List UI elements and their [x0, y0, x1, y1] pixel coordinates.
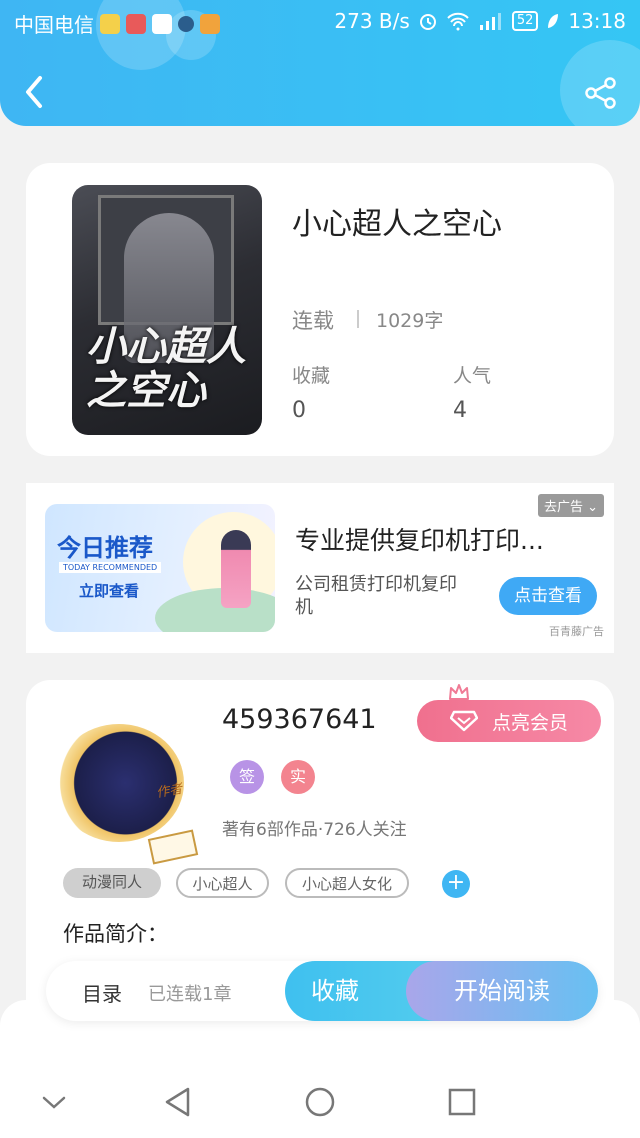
book-status: 连载 [292, 309, 334, 333]
book-info-card: 小心超人之空心 小心超人之空心 连载 1029字 收藏 0 人气 4 [26, 163, 614, 456]
ad-view-button[interactable]: 点击查看 [499, 577, 597, 615]
book-cover[interactable]: 小心超人之空心 [72, 185, 262, 435]
app-notification-icon [100, 13, 120, 34]
nav-back-icon[interactable] [162, 1085, 194, 1119]
leaf-icon [548, 14, 559, 28]
network-speed: 273 B/s [334, 9, 410, 33]
remove-ad-label: 去广告 [543, 500, 583, 515]
cover-title: 小心超人之空心 [86, 323, 246, 414]
stat-label-collect: 收藏 [292, 365, 331, 387]
stat-value-popularity: 4 [453, 398, 467, 423]
app-notification-icon [126, 13, 146, 34]
ad-source: 百青藤广告 [549, 625, 604, 638]
ad-description: 公司租赁打印机复印机 [295, 574, 457, 618]
share-icon[interactable] [584, 76, 618, 110]
book-title: 小心超人之空心 [292, 207, 502, 242]
ad-image-cta: 立即查看 [79, 582, 140, 600]
map-pin-icon [152, 13, 172, 34]
catalog-button[interactable]: 目录 [82, 978, 122, 1007]
word-count: 1029字 [376, 310, 444, 332]
chevron-down-icon: ⌄ [587, 500, 598, 515]
signal-icon [479, 13, 501, 30]
tag-item[interactable]: 小心超人 [176, 868, 269, 898]
author-avatar[interactable]: 作者 [54, 724, 199, 865]
book-icon [147, 829, 199, 865]
nav-down-icon[interactable] [40, 1085, 68, 1119]
ad-image-subtitle: TODAY RECOMMENDED [59, 562, 162, 573]
weibo-icon [200, 13, 220, 34]
ad-banner[interactable]: 今日推荐 TODAY RECOMMENDED 立即查看 去广告 ⌄ 专业提供复印… [26, 483, 614, 653]
remove-ad-button[interactable]: 去广告 ⌄ [537, 494, 604, 517]
start-reading-button[interactable]: 开始阅读 [406, 961, 598, 1021]
diamond-icon [449, 710, 478, 732]
author-meta: 著有6部作品·726人关注 [222, 820, 407, 840]
ad-headline[interactable]: 专业提供复印机打印... [295, 521, 595, 557]
signed-badge: 签 [230, 760, 264, 794]
vip-button[interactable]: 点亮会员 [417, 700, 601, 742]
alarm-icon [419, 14, 436, 30]
header: 中国电信 273 B/s 52 13:18 [0, 0, 640, 126]
add-tag-button[interactable]: + [442, 870, 470, 898]
vip-button-label: 点亮会员 [491, 711, 568, 734]
nav-recent-icon[interactable] [447, 1085, 477, 1119]
verified-badge: 实 [281, 760, 315, 794]
tag-item[interactable]: 小心超人女化 [285, 868, 409, 898]
tag-item[interactable]: 动漫同人 [63, 868, 161, 898]
ad-hill [155, 588, 275, 632]
divider [357, 310, 359, 328]
stat-value-collect: 0 [292, 398, 306, 423]
stat-label-popularity: 人气 [453, 365, 492, 387]
action-bar: 目录 已连载1章 收藏 开始阅读 [46, 961, 598, 1021]
person-icon [178, 15, 194, 32]
intro-label: 作品简介： [63, 922, 168, 946]
avatar-tag: 作者 [155, 781, 184, 802]
status-bar: 中国电信 273 B/s 52 13:18 [0, 0, 640, 44]
carrier-label: 中国电信 [14, 13, 94, 37]
ad-image-title: 今日推荐 [57, 534, 153, 562]
ad-figure [221, 530, 251, 608]
clock: 13:18 [568, 9, 626, 33]
battery-indicator: 52 [511, 11, 539, 31]
author-name[interactable]: 459367641 [222, 704, 377, 735]
crown-icon [449, 684, 469, 700]
ad-image[interactable]: 今日推荐 TODAY RECOMMENDED 立即查看 [45, 504, 275, 632]
wifi-icon [447, 12, 469, 31]
back-icon[interactable] [20, 74, 48, 110]
nav-home-icon[interactable] [303, 1085, 337, 1119]
chapter-count[interactable]: 已连载1章 [148, 980, 231, 1006]
